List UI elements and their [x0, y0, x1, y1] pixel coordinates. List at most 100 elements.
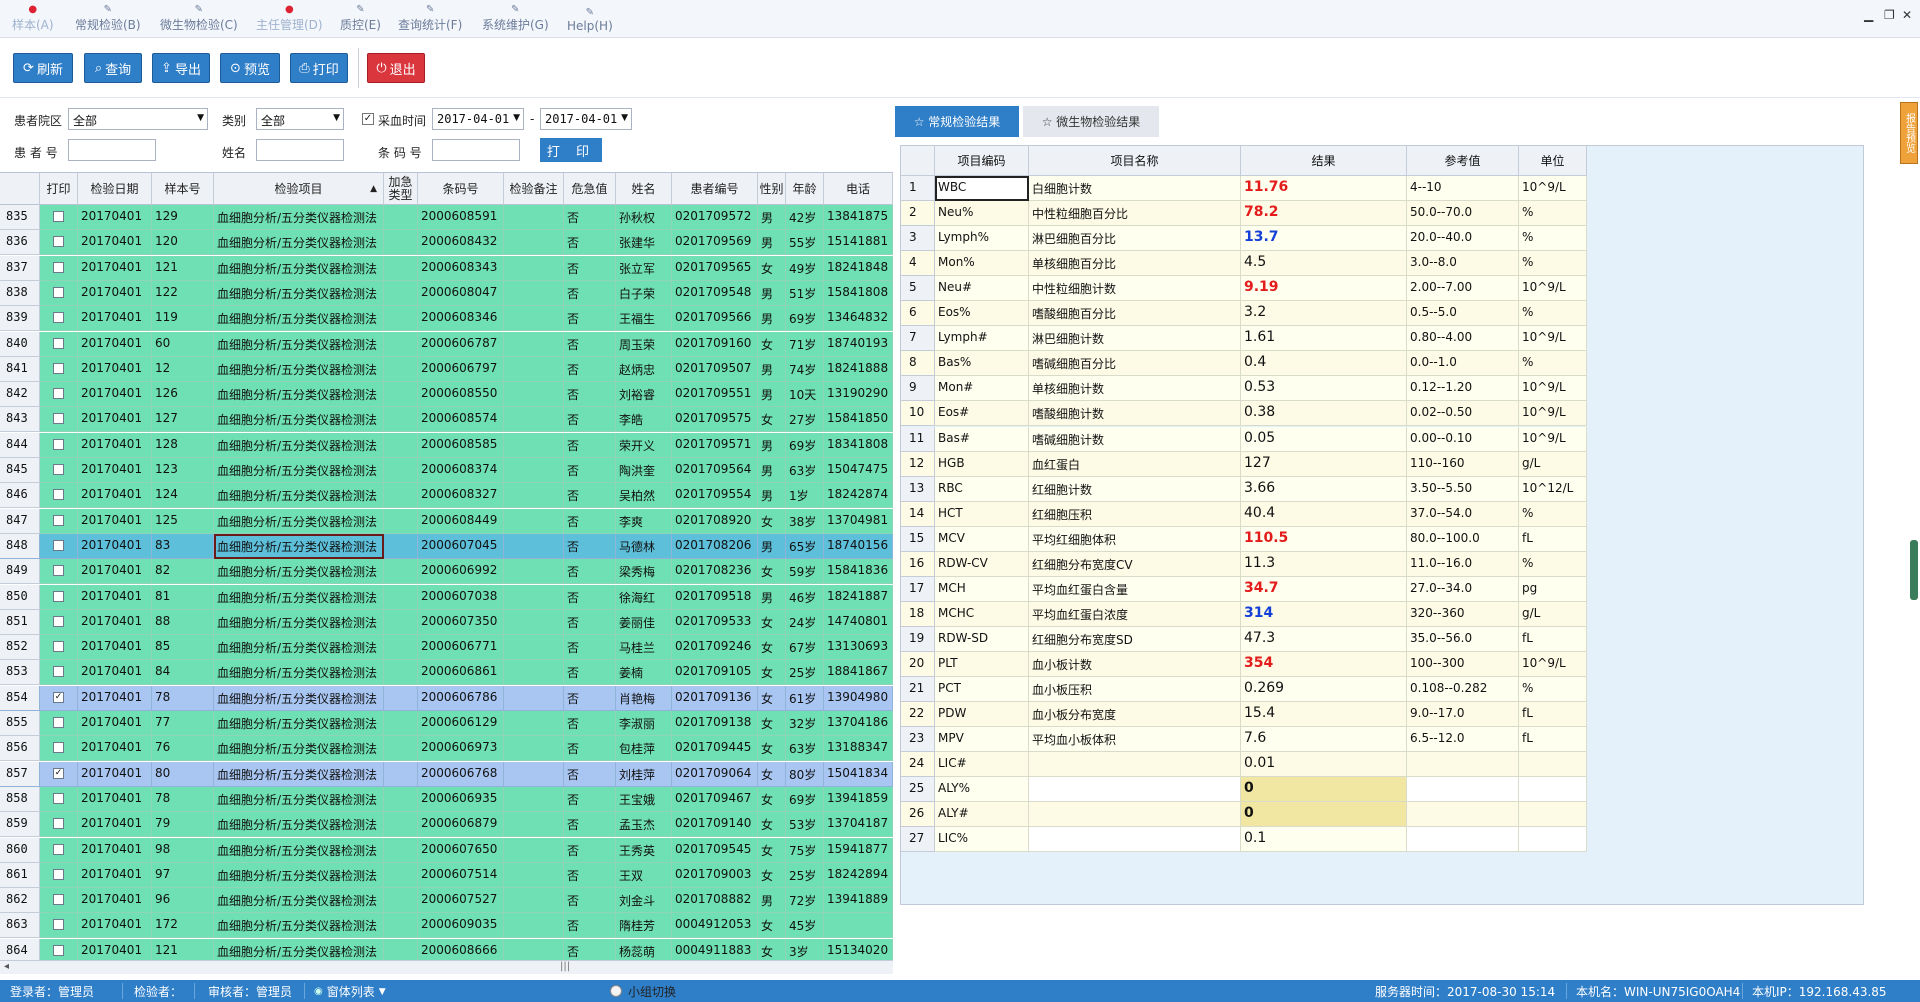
- cell-sample[interactable]: 12: [152, 356, 214, 382]
- cell-phone[interactable]: 15041834: [824, 761, 893, 787]
- patient-no-input[interactable]: [68, 139, 156, 161]
- cell-name[interactable]: 荣开义: [616, 432, 672, 458]
- cell-name[interactable]: 姜丽佳: [616, 609, 672, 635]
- cell-item[interactable]: 血细胞分析/五分类仪器检测法: [214, 331, 384, 357]
- cell-barcode[interactable]: 2000608591: [418, 205, 504, 230]
- result-cell-name[interactable]: 血小板分布宽度: [1029, 702, 1241, 728]
- cell-sample[interactable]: 124: [152, 483, 214, 509]
- collect-time-checkbox[interactable]: ✓: [362, 113, 374, 125]
- cell-sample[interactable]: 78: [152, 685, 214, 711]
- cell-phone[interactable]: 15141881: [824, 230, 893, 256]
- cell-sex[interactable]: 女: [758, 786, 786, 812]
- cell-phone[interactable]: 18242874: [824, 483, 893, 509]
- cell-age[interactable]: 1岁: [786, 483, 824, 509]
- cell-sex[interactable]: 男: [758, 432, 786, 458]
- result-column-header-unit[interactable]: 单位: [1519, 146, 1587, 176]
- result-cell-ref[interactable]: 2.00--7.00: [1407, 276, 1519, 302]
- cell-age[interactable]: 38岁: [786, 508, 824, 534]
- cell-phone[interactable]: 15841836: [824, 559, 893, 585]
- cell-sample[interactable]: 121: [152, 255, 214, 281]
- cell-item[interactable]: 血细胞分析/五分类仪器检测法: [214, 786, 384, 812]
- cell-barcode[interactable]: 2000608047: [418, 280, 504, 306]
- cell-sex[interactable]: 女: [758, 609, 786, 635]
- cell-critical[interactable]: 否: [564, 205, 616, 230]
- cell-sample[interactable]: 84: [152, 660, 214, 686]
- scroll-thumb-icon[interactable]: |||: [560, 961, 570, 972]
- cell-print[interactable]: [40, 837, 78, 863]
- cell-pid[interactable]: 0201709064: [672, 761, 758, 787]
- result-cell-unit[interactable]: %: [1519, 301, 1587, 327]
- result-cell-code[interactable]: RDW-SD: [935, 626, 1029, 652]
- cell-age[interactable]: 72岁: [786, 888, 824, 914]
- cell-print[interactable]: [40, 533, 78, 559]
- result-cell-code[interactable]: PCT: [935, 677, 1029, 702]
- cell-age[interactable]: 45岁: [786, 913, 824, 939]
- cell-remark[interactable]: [504, 280, 564, 306]
- cell-barcode[interactable]: 2000606786: [418, 685, 504, 711]
- tab-routine-results[interactable]: ☆ 常规检验结果: [895, 106, 1019, 137]
- print-checkbox[interactable]: [53, 894, 64, 906]
- menu-item-3[interactable]: ● 主任管理(D): [256, 0, 323, 38]
- cell-phone[interactable]: 14740801: [824, 609, 893, 635]
- cell-print[interactable]: [40, 331, 78, 357]
- cell-barcode[interactable]: 2000608343: [418, 255, 504, 281]
- result-cell-ref[interactable]: 9.0--17.0: [1407, 702, 1519, 728]
- print-checkbox[interactable]: [53, 286, 64, 298]
- result-cell-name[interactable]: [1029, 827, 1241, 853]
- cell-name[interactable]: 刘桂萍: [616, 761, 672, 787]
- cell-sample[interactable]: 128: [152, 432, 214, 458]
- cell-pid[interactable]: 0201709518: [672, 584, 758, 610]
- result-cell-name[interactable]: 嗜酸细胞计数: [1029, 401, 1241, 427]
- result-cell-result[interactable]: 0.4: [1241, 351, 1407, 377]
- cell-urgent[interactable]: [384, 356, 418, 382]
- cell-age[interactable]: 49岁: [786, 255, 824, 281]
- cell-age[interactable]: 69岁: [786, 306, 824, 332]
- result-cell-result[interactable]: 0: [1241, 802, 1407, 828]
- cell-critical[interactable]: 否: [564, 230, 616, 256]
- cell-sex[interactable]: 男: [758, 458, 786, 483]
- result-cell-unit[interactable]: %: [1519, 226, 1587, 252]
- cell-urgent[interactable]: [384, 862, 418, 888]
- cell-remark[interactable]: [504, 407, 564, 433]
- result-row[interactable]: 14 HCT 红细胞压积 40.4 37.0--54.0%: [901, 501, 1587, 527]
- cell-sample[interactable]: 82: [152, 559, 214, 585]
- result-cell-code[interactable]: LIC#: [935, 752, 1029, 778]
- result-cell-code[interactable]: HCT: [935, 501, 1029, 527]
- cell-sex[interactable]: 女: [758, 331, 786, 357]
- cell-name[interactable]: 包桂萍: [616, 736, 672, 762]
- cell-urgent[interactable]: [384, 837, 418, 863]
- cell-sample[interactable]: 81: [152, 584, 214, 610]
- date-to-picker[interactable]: 2017-04-01 ▼: [540, 108, 632, 130]
- side-tab-report-preview[interactable]: 报告预览: [1900, 102, 1918, 164]
- cell-barcode[interactable]: 2000608449: [418, 508, 504, 534]
- cell-urgent[interactable]: [384, 635, 418, 661]
- cell-age[interactable]: 80岁: [786, 761, 824, 787]
- print-checkbox[interactable]: [53, 641, 64, 653]
- cell-barcode[interactable]: 2000606129: [418, 711, 504, 736]
- cell-remark[interactable]: [504, 711, 564, 736]
- cell-critical[interactable]: 否: [564, 862, 616, 888]
- cell-sex[interactable]: 男: [758, 205, 786, 230]
- cell-age[interactable]: 67岁: [786, 635, 824, 661]
- cell-print[interactable]: [40, 255, 78, 281]
- cell-date[interactable]: 20170401: [78, 483, 152, 509]
- print-checkbox[interactable]: [53, 438, 64, 450]
- print-checkbox[interactable]: [53, 413, 64, 425]
- cell-critical[interactable]: 否: [564, 635, 616, 661]
- date-from-picker[interactable]: 2017-04-01 ▼: [432, 108, 524, 130]
- cell-remark[interactable]: [504, 837, 564, 863]
- table-row[interactable]: 839 20170401 119 血细胞分析/五分类仪器检测法 2000608346 否王…: [0, 306, 893, 332]
- cell-name[interactable]: 张建华: [616, 230, 672, 256]
- cell-phone[interactable]: 13904980: [824, 685, 893, 711]
- cell-sex[interactable]: 男: [758, 584, 786, 610]
- cell-barcode[interactable]: 2000608432: [418, 230, 504, 256]
- cell-remark[interactable]: [504, 458, 564, 483]
- cell-critical[interactable]: 否: [564, 685, 616, 711]
- result-cell-unit[interactable]: [1519, 827, 1587, 853]
- print-checkbox[interactable]: [53, 489, 64, 501]
- print-checkbox[interactable]: [53, 818, 64, 830]
- cell-age[interactable]: 71岁: [786, 331, 824, 357]
- result-cell-result[interactable]: 11.76: [1241, 176, 1407, 201]
- cell-print[interactable]: [40, 888, 78, 914]
- cell-critical[interactable]: 否: [564, 938, 616, 960]
